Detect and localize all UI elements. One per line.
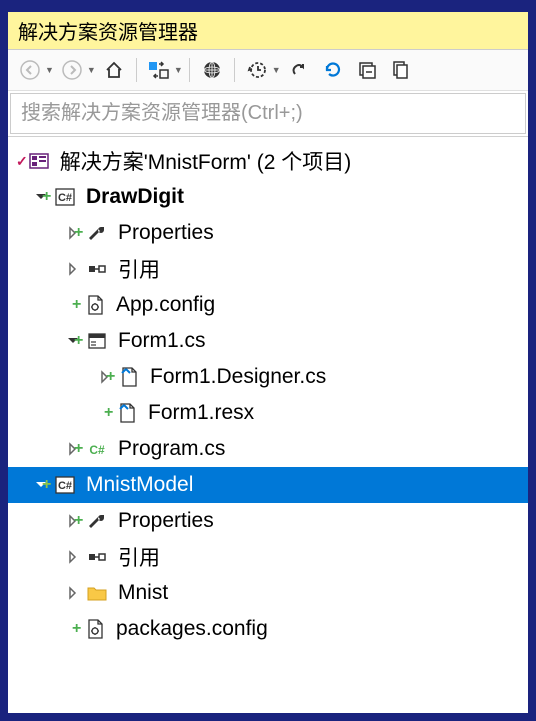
file-label: Form1.resx <box>148 401 520 425</box>
file-node-packages[interactable]: + packages.config <box>8 611 528 647</box>
references-icon <box>84 546 110 568</box>
search-row <box>8 91 528 137</box>
cs-file-icon: + C# <box>84 438 110 460</box>
properties-label: Properties <box>118 221 520 245</box>
nav-forward-button[interactable] <box>56 54 88 86</box>
arrow-left-icon <box>20 60 40 80</box>
references-node-2[interactable]: 引用 <box>8 539 528 575</box>
collapse-icon <box>357 60 377 80</box>
file-label: packages.config <box>116 617 520 641</box>
show-all-button[interactable] <box>385 54 417 86</box>
csharp-project-icon: + C# <box>52 186 78 208</box>
collapse-all-button[interactable] <box>351 54 383 86</box>
nav-back-dropdown[interactable]: ▼ <box>45 65 54 75</box>
refresh-button[interactable] <box>317 54 349 86</box>
undo-button[interactable] <box>283 54 315 86</box>
wrench-icon: + <box>84 510 110 532</box>
scope-button[interactable] <box>196 54 228 86</box>
file-label: Program.cs <box>118 437 520 461</box>
references-node[interactable]: 引用 <box>8 251 528 287</box>
sync-button[interactable] <box>143 54 175 86</box>
solution-icon <box>26 150 52 172</box>
file-label: Form1.cs <box>118 329 520 353</box>
folder-node-mnist[interactable]: Mnist <box>8 575 528 611</box>
expander-icon[interactable] <box>64 584 82 602</box>
sync-icon <box>148 60 170 80</box>
solution-tree: ✓ 解决方案'MnistForm' (2 个项目) + C# DrawDigit… <box>8 137 528 653</box>
nav-forward-dropdown[interactable]: ▼ <box>87 65 96 75</box>
project-label: MnistModel <box>86 473 520 497</box>
references-label: 引用 <box>118 254 520 284</box>
references-icon <box>84 258 110 280</box>
expander-icon[interactable] <box>64 260 82 278</box>
sync-dropdown[interactable]: ▼ <box>174 65 183 75</box>
pending-changes-button[interactable] <box>241 54 273 86</box>
csharp-project-icon: + C# <box>52 474 78 496</box>
form-icon: + <box>84 330 110 352</box>
project-label: DrawDigit <box>86 185 520 209</box>
references-label: 引用 <box>118 542 520 572</box>
solution-label: 解决方案'MnistForm' (2 个项目) <box>60 146 520 176</box>
project-node-mnistmodel[interactable]: + C# MnistModel <box>8 467 528 503</box>
panel-title: 解决方案资源管理器 <box>8 12 528 50</box>
search-input[interactable] <box>10 93 526 134</box>
home-icon <box>104 60 124 80</box>
properties-label: Properties <box>118 509 520 533</box>
arrow-right-icon <box>62 60 82 80</box>
file-node-form1-resx[interactable]: + Form1.resx <box>8 395 528 431</box>
files-icon <box>391 60 411 80</box>
expander-icon[interactable] <box>64 548 82 566</box>
file-node-appconfig[interactable]: + App.config <box>8 287 528 323</box>
undo-icon <box>289 60 309 80</box>
nav-back-button[interactable] <box>14 54 46 86</box>
cs-file-icon: + <box>116 366 142 388</box>
wrench-icon: + <box>84 222 110 244</box>
properties-node[interactable]: + Properties <box>8 215 528 251</box>
pending-dropdown[interactable]: ▼ <box>272 65 281 75</box>
file-label: App.config <box>116 293 520 317</box>
globe-icon <box>202 60 222 80</box>
folder-label: Mnist <box>118 581 520 605</box>
file-node-form1[interactable]: + Form1.cs <box>8 323 528 359</box>
config-file-icon: + <box>82 294 108 316</box>
toolbar: ▼ ▼ ▼ ▼ <box>8 50 528 91</box>
refresh-icon <box>323 60 343 80</box>
svg-text:C#: C# <box>58 192 72 204</box>
properties-node-2[interactable]: + Properties <box>8 503 528 539</box>
file-label: Form1.Designer.cs <box>150 365 520 389</box>
solution-node[interactable]: ✓ 解决方案'MnistForm' (2 个项目) <box>8 143 528 179</box>
clock-back-icon <box>247 60 267 80</box>
svg-text:C#: C# <box>58 480 72 492</box>
home-button[interactable] <box>98 54 130 86</box>
svg-text:C#: C# <box>89 443 105 457</box>
file-node-form1-designer[interactable]: + Form1.Designer.cs <box>8 359 528 395</box>
project-node-drawdigit[interactable]: + C# DrawDigit <box>8 179 528 215</box>
file-node-program[interactable]: + C# Program.cs <box>8 431 528 467</box>
config-file-icon: + <box>82 618 108 640</box>
folder-icon <box>84 582 110 604</box>
cs-file-icon: + <box>114 402 140 424</box>
